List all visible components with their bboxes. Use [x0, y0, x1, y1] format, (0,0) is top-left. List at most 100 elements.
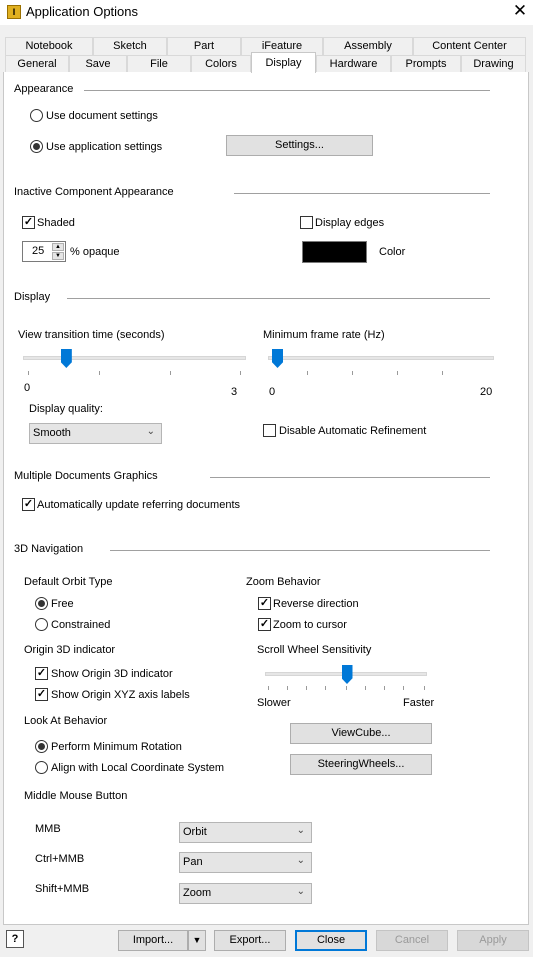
color-label: Color	[379, 246, 406, 258]
reverse-direction-checkbox[interactable]: ✓	[258, 597, 271, 610]
apply-button[interactable]: Apply	[457, 930, 529, 951]
import-dropdown-arrow-icon[interactable]: ▼	[188, 930, 206, 951]
view-transition-label: View transition time (seconds)	[18, 329, 165, 341]
tick	[170, 371, 171, 375]
disable-refinement-checkbox[interactable]	[263, 424, 276, 437]
show-origin-checkbox[interactable]: ✓	[35, 667, 48, 680]
frame-rate-slider-track[interactable]	[268, 356, 494, 360]
tick	[268, 686, 269, 690]
orbit-constrained-radio[interactable]	[35, 618, 48, 631]
spin-down-icon[interactable]: ▼	[52, 252, 64, 260]
tab-save[interactable]: Save	[69, 55, 127, 72]
use-application-settings-radio[interactable]	[30, 140, 43, 153]
ctrl-mmb-dropdown[interactable]: Pan ⌄	[179, 852, 312, 873]
orbit-constrained-label: Constrained	[51, 619, 111, 631]
tick	[99, 371, 100, 375]
mmb-label: MMB	[35, 823, 61, 835]
divider	[210, 477, 490, 478]
tab-content-center[interactable]: Content Center	[413, 37, 526, 55]
tab-colors[interactable]: Colors	[191, 55, 251, 72]
display-edges-label: Display edges	[315, 217, 385, 229]
tick	[307, 371, 308, 375]
tick	[365, 686, 366, 690]
frame-rate-min: 0	[269, 386, 276, 398]
tick	[287, 686, 288, 690]
align-local-coordinate-radio[interactable]	[35, 761, 48, 774]
opacity-label: % opaque	[70, 246, 120, 258]
tab-sketch[interactable]: Sketch	[93, 37, 167, 55]
zoom-behavior-label: Zoom Behavior	[246, 576, 321, 588]
tab-notebook[interactable]: Notebook	[5, 37, 93, 55]
shaded-label: Shaded	[37, 217, 75, 229]
import-button[interactable]: Import...	[118, 930, 188, 951]
tick	[240, 371, 241, 375]
zoom-to-cursor-checkbox[interactable]: ✓	[258, 618, 271, 631]
settings-button[interactable]: Settings...	[226, 135, 373, 156]
opacity-value: 25	[32, 245, 45, 257]
export-button[interactable]: Export...	[214, 930, 286, 951]
scroll-slower-label: Slower	[257, 697, 291, 709]
tick	[442, 371, 443, 375]
multiple-documents-heading: Multiple Documents Graphics	[14, 470, 158, 482]
use-document-settings-radio[interactable]	[30, 109, 43, 122]
check-icon: ✓	[23, 498, 34, 510]
shift-mmb-label: Shift+MMB	[35, 883, 90, 895]
divider	[234, 193, 490, 194]
reverse-direction-label: Reverse direction	[273, 598, 359, 610]
spin-up-icon[interactable]: ▲	[52, 243, 64, 251]
tick	[397, 371, 398, 375]
zoom-to-cursor-label: Zoom to cursor	[273, 619, 347, 631]
mmb-dropdown[interactable]: Orbit ⌄	[179, 822, 312, 843]
display-edges-checkbox[interactable]	[300, 216, 313, 229]
view-transition-min: 0	[24, 382, 31, 394]
app-icon: I	[7, 5, 21, 19]
show-xyz-label: Show Origin XYZ axis labels	[51, 689, 190, 701]
display-heading: Display	[14, 291, 51, 303]
use-application-settings-label: Use application settings	[46, 141, 163, 153]
orbit-free-radio[interactable]	[35, 597, 48, 610]
help-icon[interactable]: ?	[6, 930, 24, 948]
auto-update-checkbox[interactable]: ✓	[22, 498, 35, 511]
tab-drawing[interactable]: Drawing	[461, 55, 526, 72]
cancel-button[interactable]: Cancel	[376, 930, 448, 951]
tab-assembly[interactable]: Assembly	[323, 37, 413, 55]
shaded-checkbox[interactable]: ✓	[22, 216, 35, 229]
steeringwheels-button[interactable]: SteeringWheels...	[290, 754, 432, 775]
window-title: Application Options	[26, 4, 139, 19]
chevron-down-icon: ⌄	[296, 825, 305, 836]
frame-rate-label: Minimum frame rate (Hz)	[263, 329, 385, 341]
show-origin-label: Show Origin 3D indicator	[51, 668, 173, 680]
tab-hardware[interactable]: Hardware	[316, 55, 391, 72]
color-swatch[interactable]	[302, 241, 367, 263]
tab-file[interactable]: File	[127, 55, 191, 72]
origin-indicator-label: Origin 3D indicator	[24, 644, 116, 656]
display-quality-label: Display quality:	[29, 403, 103, 415]
view-transition-max: 3	[231, 386, 238, 398]
chevron-down-icon: ⌄	[146, 426, 155, 437]
close-window-icon[interactable]: ✕	[511, 1, 529, 21]
check-icon: ✓	[259, 597, 270, 609]
tab-prompts[interactable]: Prompts	[391, 55, 461, 72]
scroll-sensitivity-label: Scroll Wheel Sensitivity	[257, 644, 372, 656]
divider	[67, 298, 490, 299]
tab-part[interactable]: Part	[167, 37, 241, 55]
look-at-behavior-label: Look At Behavior	[24, 715, 108, 727]
opacity-spinner[interactable]: 25 ▲ ▼	[22, 241, 66, 262]
frame-rate-max: 20	[480, 386, 493, 398]
tick	[306, 686, 307, 690]
shift-mmb-dropdown[interactable]: Zoom ⌄	[179, 883, 312, 904]
divider	[110, 550, 490, 551]
divider	[84, 90, 490, 91]
appearance-heading: Appearance	[14, 83, 74, 95]
show-xyz-checkbox[interactable]: ✓	[35, 688, 48, 701]
tab-general[interactable]: General	[5, 55, 69, 72]
minimum-rotation-radio[interactable]	[35, 740, 48, 753]
tick	[403, 686, 404, 690]
check-icon: ✓	[259, 618, 270, 630]
tab-display[interactable]: Display	[251, 52, 316, 73]
viewcube-button[interactable]: ViewCube...	[290, 723, 432, 744]
chevron-down-icon: ⌄	[296, 855, 305, 866]
view-transition-slider-track[interactable]	[23, 356, 246, 360]
display-quality-dropdown[interactable]: Smooth ⌄	[29, 423, 162, 444]
close-button[interactable]: Close	[295, 930, 367, 951]
